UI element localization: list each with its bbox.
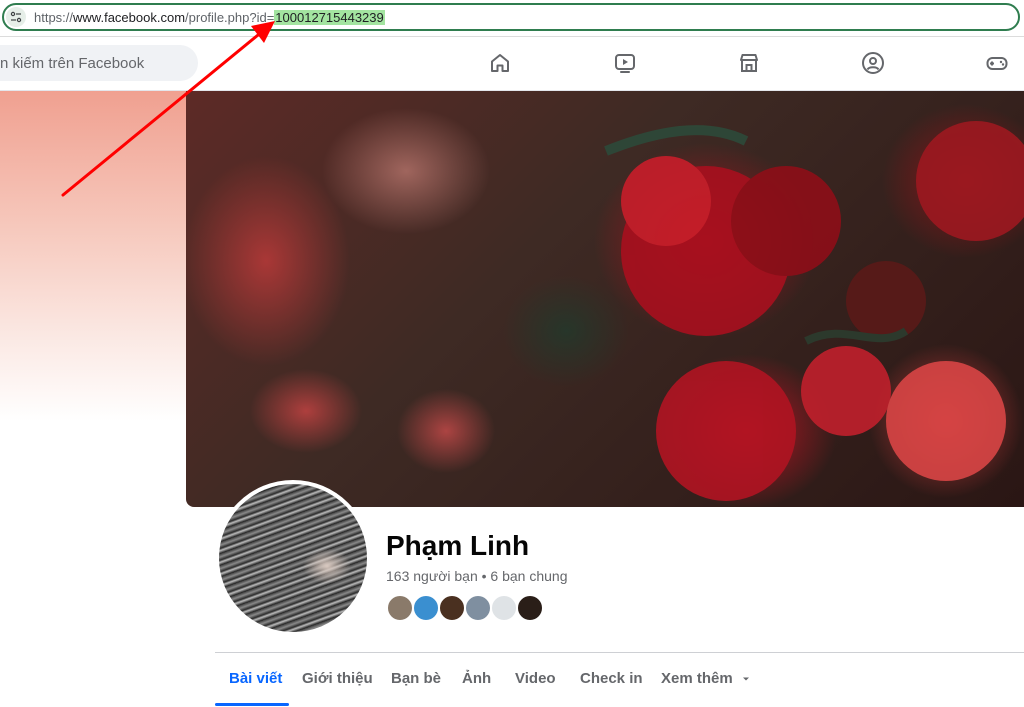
- avatar-photo: [219, 484, 367, 632]
- mutual-friend-avatar[interactable]: [464, 594, 492, 622]
- active-tab-indicator: [215, 703, 289, 706]
- tab-checkins[interactable]: Check in: [580, 670, 643, 687]
- facebook-top-bar: n kiếm trên Facebook: [0, 37, 1024, 91]
- caret-down-icon: [742, 677, 749, 681]
- groups-icon[interactable]: [861, 51, 885, 75]
- url-field[interactable]: https://www.facebook.com/profile.php?id=…: [2, 3, 1020, 31]
- mutual-friend-avatar[interactable]: [516, 594, 544, 622]
- profile-avatar[interactable]: [215, 480, 371, 636]
- browser-address-bar: https://www.facebook.com/profile.php?id=…: [0, 0, 1024, 37]
- mutual-friend-avatar[interactable]: [412, 594, 440, 622]
- tab-videos[interactable]: Video: [515, 670, 556, 687]
- site-info-icon[interactable]: [6, 7, 26, 27]
- tab-more-label: Xem thêm: [661, 670, 733, 687]
- marketplace-icon[interactable]: [737, 51, 761, 75]
- friends-summary[interactable]: 163 người bạn • 6 bạn chung: [386, 568, 567, 584]
- mutual-friend-avatar[interactable]: [438, 594, 466, 622]
- home-icon[interactable]: [488, 51, 512, 75]
- mutual-friend-avatar[interactable]: [490, 594, 518, 622]
- profile-name: Phạm Linh: [386, 530, 530, 561]
- tab-posts[interactable]: Bài viết: [229, 670, 282, 687]
- cover-flowers-image: [604, 121, 1024, 501]
- url-highlighted-id: 100012715443239: [274, 10, 385, 25]
- url-path: /profile.php?id=: [185, 10, 275, 25]
- tab-photos[interactable]: Ảnh: [462, 670, 491, 687]
- video-icon[interactable]: [613, 51, 637, 75]
- search-placeholder: n kiếm trên Facebook: [0, 55, 145, 72]
- tab-more[interactable]: Xem thêm: [661, 670, 751, 687]
- tab-about[interactable]: Giới thiệu: [302, 670, 373, 687]
- mutual-friend-avatar[interactable]: [386, 594, 414, 622]
- search-input[interactable]: n kiếm trên Facebook: [0, 45, 198, 81]
- divider: [215, 652, 1024, 653]
- url-prefix: https://: [34, 10, 74, 25]
- url-text[interactable]: https://www.facebook.com/profile.php?id=…: [34, 10, 385, 26]
- url-domain: www.facebook.com: [73, 10, 186, 25]
- page-background: [0, 91, 186, 421]
- tab-friends[interactable]: Bạn bè: [391, 670, 441, 687]
- cover-photo[interactable]: [186, 91, 1024, 507]
- gaming-icon[interactable]: [985, 51, 1009, 75]
